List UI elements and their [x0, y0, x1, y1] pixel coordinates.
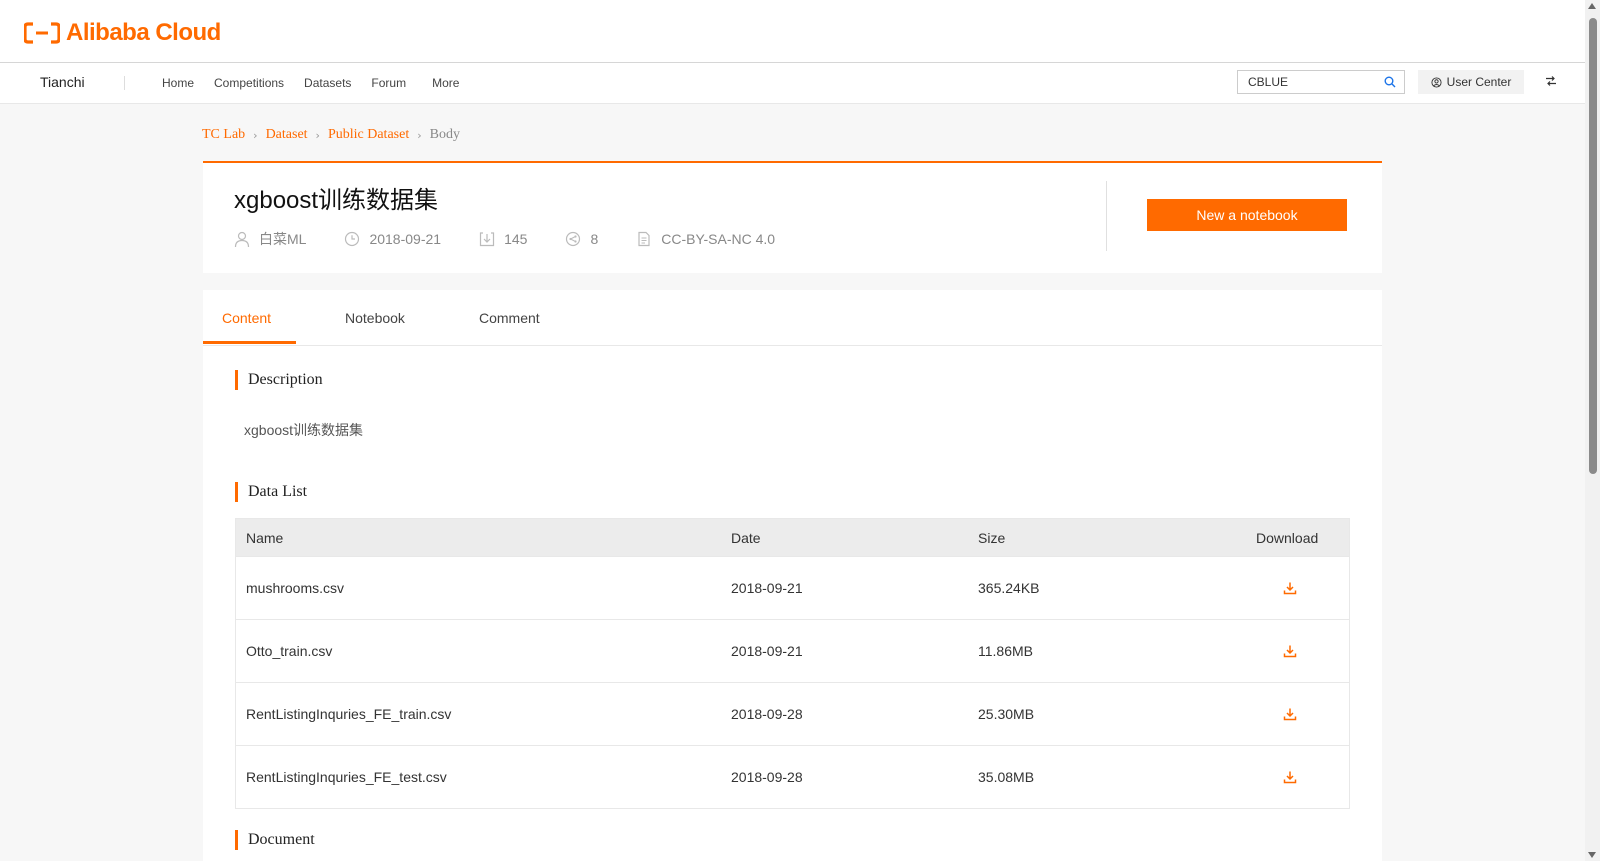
tab-notebook[interactable]: Notebook	[345, 310, 405, 326]
file-name: mushrooms.csv	[246, 580, 345, 596]
user-icon	[1431, 76, 1442, 88]
file-date: 2018-09-21	[731, 643, 803, 659]
description-text: xgboost训练数据集	[244, 422, 364, 438]
breadcrumb: TC Lab › Dataset › Public Dataset › Body	[202, 127, 460, 143]
file-size: 25.30MB	[978, 706, 1035, 722]
switch-icon[interactable]	[1545, 75, 1557, 87]
meta-downloads: 145	[479, 231, 527, 247]
user-center-label: User Center	[1446, 75, 1512, 89]
logo-text: Alibaba Cloud	[66, 19, 221, 46]
nav-link-home[interactable]: Home	[162, 76, 194, 90]
dataset-content: Content Notebook Comment Description xgb…	[203, 290, 1382, 861]
file-size: 35.08MB	[978, 769, 1035, 785]
table-header: Name Date Size Download	[236, 519, 1349, 556]
search-box	[1237, 70, 1405, 94]
user-center-button[interactable]: User Center	[1418, 70, 1524, 94]
table-row: mushrooms.csv 2018-09-21 365.24KB	[236, 556, 1349, 619]
file-size: 11.86MB	[978, 643, 1033, 659]
breadcrumb-public-dataset[interactable]: Public Dataset	[328, 127, 409, 143]
publish-date: 2018-09-21	[369, 231, 442, 247]
dataset-meta: 白菜ML 2018-09-21 145 8 CC-BY-SA-NC 4.0	[234, 229, 813, 249]
nav-links: Home Competitions Datasets Forum More	[162, 76, 459, 90]
meta-author: 白菜ML	[234, 229, 306, 249]
table-row: RentListingInquries_FE_train.csv 2018-09…	[236, 682, 1349, 745]
dataset-title: xgboost训练数据集	[234, 187, 439, 214]
tab-content[interactable]: Content	[222, 310, 271, 326]
description-heading: Description	[235, 370, 323, 390]
table-row: Otto_train.csv 2018-09-21 11.86MB	[236, 619, 1349, 682]
meta-date: 2018-09-21	[344, 231, 441, 247]
license-text: CC-BY-SA-NC 4.0	[661, 231, 776, 247]
table-row: RentListingInquries_FE_test.csv 2018-09-…	[236, 745, 1349, 808]
column-header-download: Download	[1256, 529, 1319, 546]
meta-shares: 8	[565, 231, 598, 247]
nav-bar: Tianchi Home Competitions Datasets Forum…	[0, 63, 1585, 104]
search-input[interactable]	[1238, 71, 1388, 93]
site-name[interactable]: Tianchi	[40, 74, 85, 90]
nav-link-competitions[interactable]: Competitions	[214, 76, 284, 90]
nav-link-datasets[interactable]: Datasets	[304, 76, 351, 90]
breadcrumb-dataset[interactable]: Dataset	[266, 127, 308, 143]
alibaba-logo-icon	[24, 22, 60, 44]
search-icon[interactable]	[1384, 76, 1396, 88]
new-notebook-button[interactable]: New a notebook	[1147, 199, 1347, 231]
scrollbar-thumb[interactable]	[1589, 18, 1597, 474]
download-icon[interactable]	[1283, 581, 1297, 595]
chevron-right-icon: ›	[253, 128, 258, 142]
document-heading: Document	[235, 830, 315, 850]
download-icon[interactable]	[1283, 644, 1297, 658]
page-scrollbar[interactable]	[1585, 0, 1600, 861]
chevron-right-icon: ›	[417, 128, 422, 142]
alibaba-cloud-logo[interactable]: Alibaba Cloud	[24, 19, 221, 47]
scroll-down-arrow-icon[interactable]	[1588, 852, 1596, 858]
file-date: 2018-09-28	[731, 706, 803, 722]
clock-icon	[345, 231, 360, 247]
download-count: 145	[504, 231, 528, 247]
column-header-name: Name	[246, 529, 284, 546]
breadcrumb-current: Body	[429, 127, 460, 142]
author-name[interactable]: 白菜ML	[259, 229, 306, 249]
download-icon[interactable]	[1283, 707, 1297, 721]
header-divider	[1106, 181, 1107, 251]
download-count-icon	[479, 232, 495, 247]
file-name: RentListingInquries_FE_test.csv	[246, 769, 447, 785]
file-date: 2018-09-28	[731, 769, 803, 785]
file-size: 365.24KB	[978, 580, 1040, 596]
content-tabs: Content Notebook Comment	[203, 290, 1382, 346]
nav-link-forum[interactable]: Forum	[371, 76, 406, 90]
file-date: 2018-09-21	[731, 580, 803, 596]
nav-link-more[interactable]: More	[432, 76, 459, 90]
scroll-up-arrow-icon[interactable]	[1588, 3, 1596, 9]
column-header-date: Date	[731, 529, 761, 546]
license-document-icon	[638, 231, 650, 247]
data-list-table: Name Date Size Download mushrooms.csv 20…	[235, 518, 1350, 809]
data-list-heading: Data List	[235, 482, 307, 502]
share-icon	[566, 231, 581, 247]
dataset-header: xgboost训练数据集 白菜ML 2018-09-21 145 8 CC-BY…	[203, 161, 1382, 273]
active-tab-indicator	[203, 341, 296, 344]
column-header-size: Size	[978, 529, 1006, 546]
nav-divider	[124, 76, 125, 90]
file-name: Otto_train.csv	[246, 643, 333, 659]
tab-comment[interactable]: Comment	[479, 310, 540, 326]
download-icon[interactable]	[1283, 770, 1297, 784]
file-name: RentListingInquries_FE_train.csv	[246, 706, 452, 722]
user-icon	[234, 231, 250, 247]
chevron-right-icon: ›	[315, 128, 320, 142]
meta-license: CC-BY-SA-NC 4.0	[636, 231, 775, 247]
breadcrumb-tc-lab[interactable]: TC Lab	[202, 127, 245, 143]
top-bar: Alibaba Cloud	[0, 0, 1585, 63]
share-count: 8	[590, 231, 599, 247]
